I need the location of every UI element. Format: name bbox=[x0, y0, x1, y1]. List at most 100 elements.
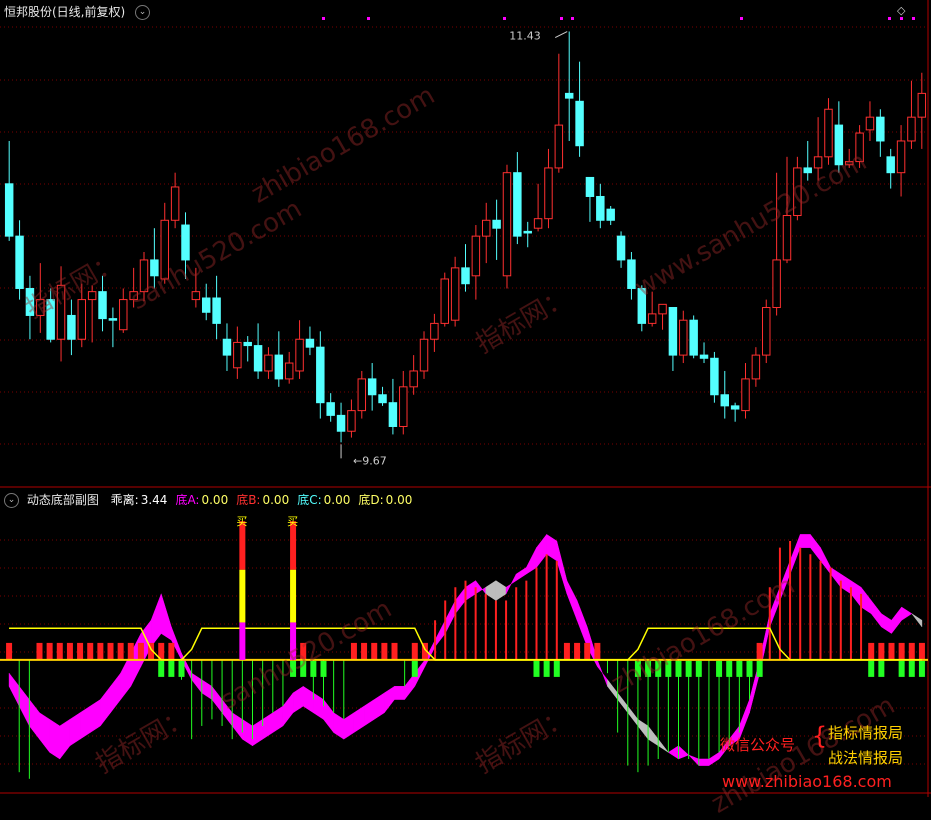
candle-body bbox=[160, 219, 169, 280]
min-price-label: ←9.67 bbox=[353, 454, 387, 467]
buy-signal-label: 买 bbox=[287, 515, 298, 528]
histogram-block bbox=[107, 642, 114, 660]
green-block bbox=[178, 660, 185, 677]
signal-marker bbox=[322, 17, 325, 20]
histogram-block bbox=[46, 642, 53, 660]
histogram-block bbox=[66, 642, 73, 660]
ribbon-segment bbox=[201, 679, 213, 700]
candle-body bbox=[720, 394, 730, 407]
histogram-block bbox=[391, 642, 398, 660]
ribbon-segment bbox=[100, 685, 111, 727]
sub-value: 0.00 bbox=[262, 493, 290, 507]
histogram-block bbox=[574, 642, 581, 660]
ribbon-segment bbox=[59, 718, 71, 760]
candle-body bbox=[274, 354, 284, 380]
green-block bbox=[716, 660, 723, 677]
green-block bbox=[908, 660, 915, 677]
candle-body bbox=[243, 341, 252, 347]
candle-body bbox=[803, 167, 812, 174]
histogram-block bbox=[137, 642, 144, 660]
candle-body bbox=[699, 354, 709, 359]
signal-marker bbox=[900, 17, 903, 20]
candle-body bbox=[357, 378, 367, 412]
signal-bar-segment bbox=[290, 622, 297, 660]
sub-chart-title: 动态底部副图 bbox=[26, 493, 99, 507]
candle-body bbox=[77, 299, 87, 340]
candle-body bbox=[907, 116, 916, 142]
ribbon-segment bbox=[617, 692, 629, 714]
candle-body bbox=[388, 402, 398, 427]
histogram-block bbox=[878, 642, 885, 660]
ribbon-segment bbox=[911, 613, 923, 628]
ribbon-segment bbox=[323, 698, 334, 734]
candle-body bbox=[741, 378, 750, 412]
candle-body bbox=[886, 156, 895, 174]
promo-left: 微信公众号 bbox=[720, 736, 796, 754]
ribbon-segment bbox=[333, 712, 345, 740]
ribbon-segment bbox=[779, 560, 791, 601]
ribbon-segment bbox=[373, 692, 385, 720]
candle-body bbox=[482, 219, 491, 237]
candle-body bbox=[575, 100, 584, 147]
ribbon-segment bbox=[465, 580, 476, 601]
histogram-block bbox=[594, 642, 601, 660]
green-block bbox=[655, 660, 662, 677]
ribbon-segment bbox=[282, 692, 294, 727]
histogram-block bbox=[756, 642, 763, 660]
green-block bbox=[695, 660, 702, 677]
candle-body bbox=[461, 267, 470, 285]
candle-body bbox=[129, 291, 138, 301]
green-block bbox=[320, 660, 327, 677]
histogram-block bbox=[87, 642, 94, 660]
signal-bar-segment bbox=[239, 622, 246, 660]
candle-body bbox=[264, 354, 273, 372]
histogram-block bbox=[563, 642, 570, 660]
ribbon-segment bbox=[39, 712, 50, 754]
histogram-block bbox=[371, 642, 378, 660]
chevron-down-icon[interactable]: ⌄ bbox=[135, 5, 151, 20]
signal-marker bbox=[912, 17, 915, 20]
ribbon-segment bbox=[870, 599, 882, 628]
sub-value: 0.00 bbox=[385, 493, 413, 507]
green-block bbox=[736, 660, 743, 677]
main-chart-title: 恒邦股份(日线,前复权) bbox=[4, 5, 126, 19]
candle-body bbox=[201, 297, 211, 313]
ribbon-segment bbox=[688, 754, 700, 767]
candle-body bbox=[824, 108, 833, 158]
ribbon-segment bbox=[343, 712, 355, 740]
candle-body bbox=[502, 172, 512, 277]
candle-body bbox=[336, 414, 346, 432]
candle-body bbox=[689, 319, 698, 356]
ribbon-segment bbox=[18, 685, 30, 727]
ribbon-segment bbox=[698, 758, 710, 766]
ribbon-segment bbox=[394, 686, 405, 700]
signal-bar-segment bbox=[239, 521, 246, 570]
candle-body bbox=[108, 318, 118, 321]
sub-value-label: 底C: bbox=[297, 493, 322, 507]
candle-body bbox=[212, 297, 221, 324]
candle-body bbox=[637, 287, 647, 324]
ribbon-segment bbox=[69, 712, 81, 747]
candle-body bbox=[554, 124, 564, 169]
ribbon-segment bbox=[252, 718, 263, 747]
chevron-down-icon[interactable]: ⌄ bbox=[4, 493, 19, 508]
candle-body bbox=[409, 370, 418, 388]
green-block bbox=[756, 660, 763, 677]
green-block bbox=[746, 660, 753, 677]
ribbon-segment bbox=[485, 580, 497, 601]
sub-value: 3.44 bbox=[140, 493, 168, 507]
ribbon-segment bbox=[789, 534, 801, 575]
ribbon-segment bbox=[810, 533, 821, 562]
signal-marker bbox=[571, 17, 574, 20]
promo-right-1: 指标情报局 bbox=[828, 724, 904, 742]
histogram-block bbox=[868, 642, 875, 660]
sub-value: 0.00 bbox=[323, 493, 351, 507]
candle-body bbox=[305, 338, 315, 348]
histogram-block bbox=[127, 642, 134, 660]
sub-value-label: 底B: bbox=[236, 493, 261, 507]
sub-value-label: 乖离: bbox=[110, 493, 139, 507]
ribbon-segment bbox=[363, 699, 375, 727]
histogram-block bbox=[168, 642, 175, 660]
candle-body bbox=[865, 116, 875, 131]
green-block bbox=[898, 660, 905, 677]
